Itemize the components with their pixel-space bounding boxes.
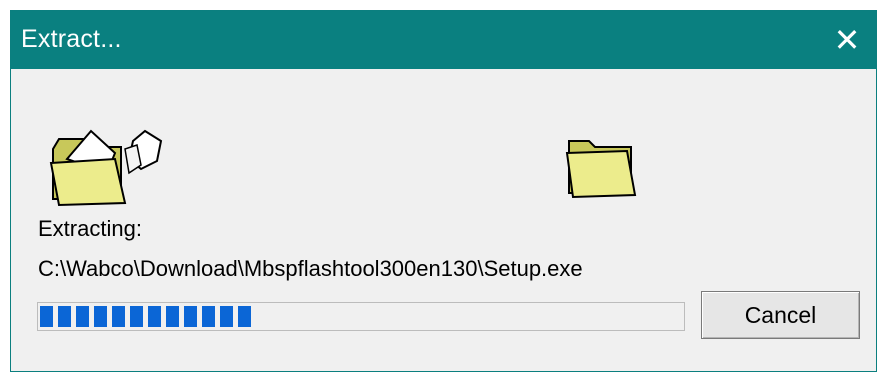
status-label: Extracting:: [38, 216, 142, 241]
window-title: Extract...: [21, 25, 122, 53]
file-path: C:\Wabco\Download\Mbspflashtool300en130\…: [38, 256, 583, 281]
title-bar[interactable]: Extract... ✕: [11, 11, 876, 69]
cancel-button[interactable]: Cancel: [701, 291, 860, 339]
progress-fill: [40, 306, 251, 327]
progress-bar: [37, 302, 685, 331]
extract-dialog: Extract... ✕ Extracting: C:\Wabco\Downlo…: [10, 10, 877, 372]
folder-open-with-files-icon: [49, 129, 163, 207]
close-icon[interactable]: ✕: [826, 20, 868, 60]
folder-icon: [565, 140, 637, 199]
